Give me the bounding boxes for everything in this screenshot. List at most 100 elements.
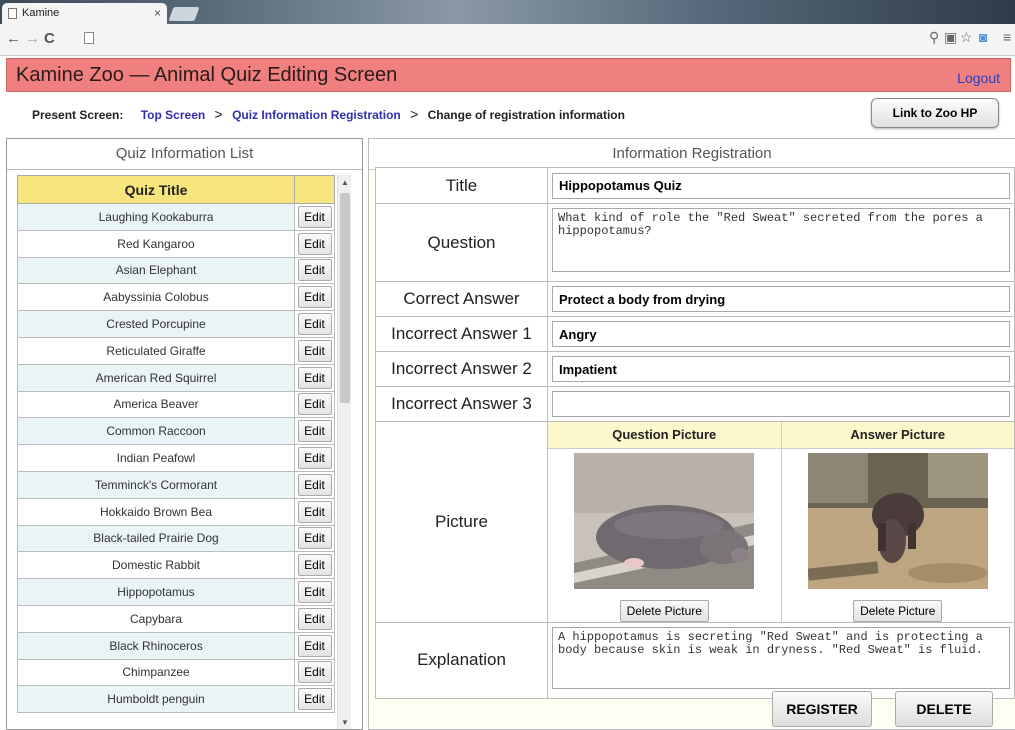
logout-link[interactable]: Logout [957, 70, 1000, 86]
scrollbar[interactable]: ▲ ▼ [337, 175, 351, 729]
quiz-title-cell: Red Kangaroo [17, 229, 295, 258]
edit-cell: Edit [294, 203, 335, 231]
delete-answer-picture-button[interactable]: Delete Picture [853, 599, 943, 622]
breadcrumb-current: Change of registration information [427, 108, 625, 122]
edit-cell: Edit [294, 524, 335, 553]
app-header: Kamine Zoo — Animal Quiz Editing Screen … [6, 58, 1011, 92]
edit-button[interactable]: Edit [297, 527, 332, 550]
edit-cell: Edit [294, 336, 335, 365]
correct-answer-label: Correct Answer [375, 281, 548, 317]
browser-toolbar: ← → C ⚲ ▣ ☆ ◙ ≡ [0, 24, 1015, 56]
edit-button[interactable]: Edit [297, 420, 332, 443]
reload-icon[interactable]: C [44, 31, 55, 47]
scroll-down-arrow-icon[interactable]: ▼ [338, 715, 351, 729]
star-icon[interactable]: ☆ [960, 29, 973, 46]
delete-question-picture-button[interactable]: Delete Picture [619, 599, 709, 622]
breadcrumb: Present Screen: Top Screen > Quiz Inform… [32, 106, 625, 122]
page-title: Kamine Zoo — Animal Quiz Editing Screen [16, 64, 398, 86]
edit-button[interactable]: Edit [297, 581, 332, 604]
picture-grid: Question Picture Answer Picture Delete P… [548, 422, 1014, 622]
explanation-textarea[interactable]: A hippopotamus is secreting "Red Sweat" … [552, 626, 1010, 689]
edit-button[interactable]: Edit [297, 500, 332, 523]
translate-icon[interactable]: ▣ [944, 29, 957, 46]
register-button[interactable]: REGISTER [772, 691, 872, 727]
edit-button[interactable]: Edit [297, 232, 332, 255]
table-row: Red Kangaroo Edit [17, 229, 335, 258]
question-picture-image [574, 452, 755, 589]
table-row: Asian Elephant Edit [17, 256, 335, 285]
title-label: Title [375, 167, 548, 204]
incorrect-answer-3-input[interactable] [552, 391, 1010, 417]
back-arrow-icon[interactable]: ← [6, 31, 21, 47]
address-bar[interactable] [78, 28, 978, 50]
quiz-title-cell: Aabyssinia Colobus [17, 283, 295, 312]
quiz-title-cell: Common Raccoon [17, 417, 295, 446]
breadcrumb-prefix: Present Screen: [32, 108, 124, 122]
table-row: America Beaver Edit [17, 390, 335, 419]
table-row: Aabyssinia Colobus Edit [17, 283, 335, 312]
quiz-title-cell: Domestic Rabbit [17, 551, 295, 580]
edit-button[interactable]: Edit [297, 366, 332, 389]
breadcrumb-separator: > [410, 106, 419, 122]
edit-button[interactable]: Edit [297, 286, 332, 309]
menu-icon[interactable]: ≡ [1003, 29, 1011, 45]
quiz-title-cell: Hippopotamus [17, 578, 295, 606]
edit-button[interactable]: Edit [297, 447, 332, 470]
edit-cell: Edit [294, 444, 335, 472]
edit-button[interactable]: Edit [297, 634, 332, 657]
question-textarea[interactable]: What kind of role the "Red Sweat" secret… [552, 208, 1010, 272]
edit-cell: Edit [294, 363, 335, 392]
edit-cell: Edit [294, 256, 335, 285]
table-row: Black Rhinoceros Edit [17, 631, 335, 660]
incorrect-answer-2-label: Incorrect Answer 2 [375, 351, 548, 387]
edit-button[interactable]: Edit [297, 313, 332, 336]
edit-cell: Edit [294, 229, 335, 258]
breadcrumb-quiz-registration[interactable]: Quiz Information Registration [232, 108, 401, 122]
scroll-thumb[interactable] [340, 193, 350, 403]
quiz-title-cell: Black-tailed Prairie Dog [17, 524, 295, 553]
table-row: Laughing Kookaburra Edit [17, 203, 335, 231]
zoom-icon[interactable]: ⚲ [929, 29, 939, 46]
incorrect-answer-2-input[interactable] [552, 356, 1010, 382]
quiz-title-cell: Hokkaido Brown Bea [17, 497, 295, 526]
edit-button[interactable]: Edit [297, 339, 332, 362]
incorrect-answer-3-label: Incorrect Answer 3 [375, 386, 548, 422]
forward-arrow-icon[interactable]: → [25, 31, 40, 47]
new-tab-button[interactable] [168, 7, 200, 21]
edit-cell: Edit [294, 604, 335, 633]
table-row: Chimpanzee Edit [17, 658, 335, 687]
quiz-title-cell: Indian Peafowl [17, 444, 295, 472]
delete-button[interactable]: DELETE [895, 691, 993, 727]
browser-tab[interactable]: Kamine × [2, 3, 167, 24]
edit-cell: Edit [294, 470, 335, 499]
table-row: Black-tailed Prairie Dog Edit [17, 524, 335, 553]
edit-button[interactable]: Edit [297, 554, 332, 577]
quiz-list-panel: Quiz Information List Quiz Title Laughin… [6, 138, 363, 730]
title-input[interactable] [552, 172, 1010, 199]
zoo-homepage-button[interactable]: Link to Zoo HP [871, 98, 999, 128]
edit-button[interactable]: Edit [297, 393, 332, 416]
correct-answer-input[interactable] [552, 286, 1010, 312]
close-tab-icon[interactable]: × [154, 3, 161, 24]
scroll-up-arrow-icon[interactable]: ▲ [338, 175, 351, 191]
answer-picture-header: Answer Picture [780, 422, 1014, 449]
breadcrumb-top-screen[interactable]: Top Screen [141, 108, 205, 122]
table-row: Humboldt penguin Edit [17, 685, 335, 714]
registration-form: Title Question What kind of role the "Re… [375, 167, 1015, 699]
edit-button[interactable]: Edit [297, 473, 332, 496]
edit-button[interactable]: Edit [297, 688, 332, 711]
edit-column-header [294, 175, 335, 204]
edit-button[interactable]: Edit [297, 259, 332, 282]
page-icon [84, 32, 94, 44]
table-row: Hokkaido Brown Bea Edit [17, 497, 335, 526]
edit-button[interactable]: Edit [297, 205, 332, 228]
incorrect-answer-1-input[interactable] [552, 321, 1010, 347]
table-row: Common Raccoon Edit [17, 417, 335, 446]
camera-icon[interactable]: ◙ [979, 29, 987, 45]
quiz-list-scroll-area[interactable]: Quiz Title Laughing Kookaburra Edit Red Ka… [17, 175, 351, 729]
edit-cell: Edit [294, 283, 335, 312]
edit-button[interactable]: Edit [297, 661, 332, 684]
edit-cell: Edit [294, 631, 335, 660]
breadcrumb-bar: Present Screen: Top Screen > Quiz Inform… [6, 96, 1011, 132]
edit-button[interactable]: Edit [297, 607, 332, 630]
